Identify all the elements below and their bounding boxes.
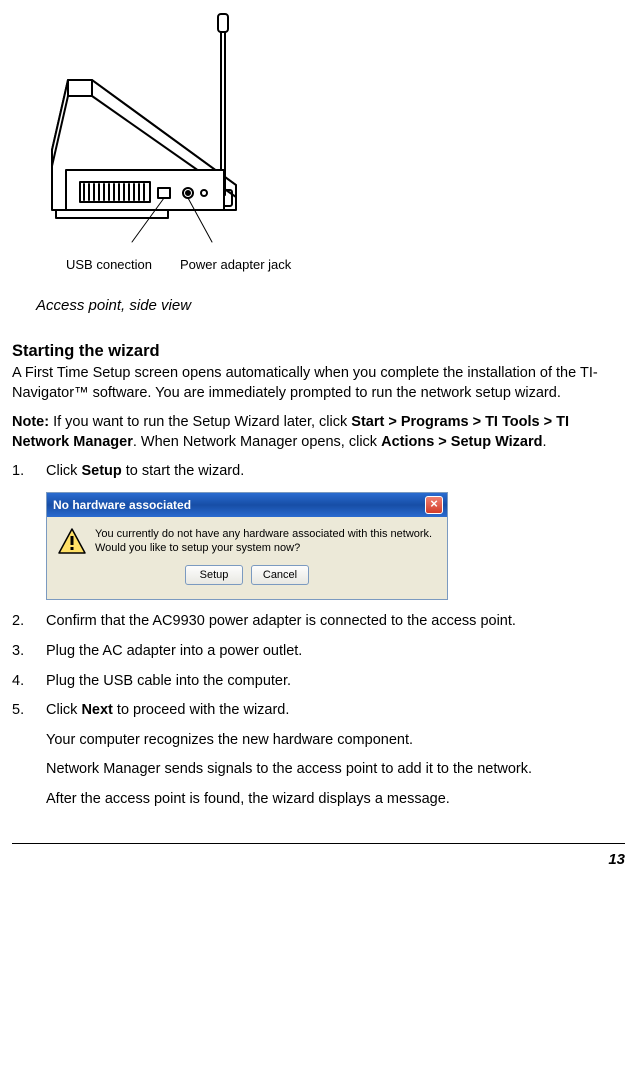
dialog-message: You currently do not have any hardware a… bbox=[95, 527, 432, 556]
dialog-title: No hardware associated bbox=[53, 497, 191, 513]
note-label: Note: bbox=[12, 414, 49, 430]
close-icon[interactable]: × bbox=[425, 496, 443, 514]
access-point-side-view-illustration bbox=[40, 10, 260, 250]
section-heading: Starting the wizard bbox=[12, 340, 625, 362]
page-number: 13 bbox=[12, 850, 625, 876]
step-5: Click Next to proceed with the wizard. Y… bbox=[12, 701, 625, 809]
step-2: Confirm that the AC9930 power adapter is… bbox=[12, 612, 625, 632]
warning-icon bbox=[57, 527, 87, 555]
step-3-text: Plug the AC adapter into a power outlet. bbox=[46, 642, 625, 662]
dialog-line-2: Would you like to setup your system now? bbox=[95, 542, 300, 554]
footer-rule bbox=[12, 843, 625, 844]
device-figure: USB conection Power adapter jack bbox=[40, 10, 625, 274]
step-5-bold: Next bbox=[81, 702, 112, 718]
cancel-button[interactable]: Cancel bbox=[251, 565, 309, 585]
intro-paragraph: A First Time Setup screen opens automati… bbox=[12, 364, 625, 403]
step-2-text: Confirm that the AC9930 power adapter is… bbox=[46, 612, 625, 632]
figure-caption: Access point, side view bbox=[36, 296, 625, 316]
dialog-titlebar: No hardware associated × bbox=[47, 493, 447, 517]
step-5-p4: After the access point is found, the wiz… bbox=[46, 790, 625, 810]
steps-list: Click Setup to start the wizard. bbox=[12, 462, 625, 482]
step-1-text-after: to start the wizard. bbox=[122, 463, 245, 479]
step-3: Plug the AC adapter into a power outlet. bbox=[12, 642, 625, 662]
note-paragraph: Note: If you want to run the Setup Wizar… bbox=[12, 413, 625, 452]
step-4: Plug the USB cable into the computer. bbox=[12, 672, 625, 692]
step-4-text: Plug the USB cable into the computer. bbox=[46, 672, 625, 692]
step-1: Click Setup to start the wizard. bbox=[12, 462, 625, 482]
step-5-text-after: to proceed with the wizard. bbox=[113, 702, 290, 718]
note-text-2: . When Network Manager opens, click bbox=[133, 434, 381, 450]
dialog-screenshot: No hardware associated × You currently d… bbox=[46, 492, 625, 601]
step-5-text-before: Click bbox=[46, 702, 81, 718]
power-adapter-jack-label: Power adapter jack bbox=[180, 256, 291, 274]
step-5-p2: Your computer recognizes the new hardwar… bbox=[46, 731, 625, 751]
steps-list-cont: Confirm that the AC9930 power adapter is… bbox=[12, 612, 625, 809]
note-text-3: . bbox=[543, 434, 547, 450]
usb-connection-label: USB conection bbox=[66, 256, 152, 274]
setup-button[interactable]: Setup bbox=[185, 565, 243, 585]
step-1-text-before: Click bbox=[46, 463, 81, 479]
no-hardware-dialog: No hardware associated × You currently d… bbox=[46, 492, 448, 601]
dialog-line-1: You currently do not have any hardware a… bbox=[95, 528, 432, 540]
note-text-1: If you want to run the Setup Wizard late… bbox=[49, 414, 351, 430]
menu-path-2: Actions > Setup Wizard bbox=[381, 434, 542, 450]
step-5-p3: Network Manager sends signals to the acc… bbox=[46, 760, 625, 780]
step-1-bold: Setup bbox=[81, 463, 121, 479]
